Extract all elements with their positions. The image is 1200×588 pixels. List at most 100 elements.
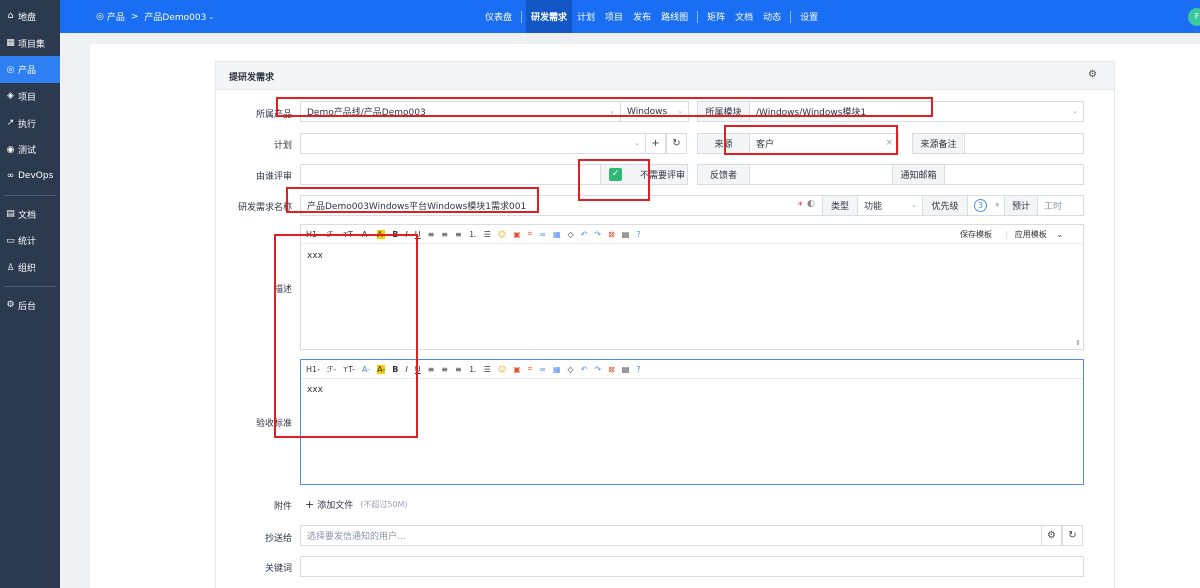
- ordered-list-icon[interactable]: ⒈: [469, 364, 477, 375]
- cc-refresh-button[interactable]: ↻: [1062, 525, 1083, 546]
- sidebar-item-admin[interactable]: ⚙ 后台: [0, 292, 60, 319]
- description-editor[interactable]: H1- ℱ- ᴛT- A- A- B I U ≡ ≡ ≡ ⒈ ☰ ☺ ▣ ⌗ ∞…: [300, 224, 1084, 350]
- redo-icon[interactable]: ↷: [594, 365, 601, 374]
- help-icon[interactable]: ?: [636, 230, 640, 239]
- fullscreen-icon[interactable]: ⊠: [608, 230, 615, 239]
- font-size-button[interactable]: ᴛT-: [343, 230, 355, 239]
- add-file-button[interactable]: + 添加文件 (不超过50M): [305, 498, 408, 511]
- image-icon[interactable]: ▣: [513, 230, 521, 239]
- sidebar-item-devops[interactable]: ∞ DevOps: [0, 163, 60, 190]
- source-icon[interactable]: ▤: [622, 230, 630, 239]
- link-icon[interactable]: ∞: [539, 365, 546, 374]
- align-left-icon[interactable]: ≡: [428, 230, 435, 239]
- apply-template-button[interactable]: 应用模板: [1015, 229, 1047, 240]
- bold-button[interactable]: B: [392, 230, 398, 239]
- palette-icon[interactable]: ◐: [807, 199, 815, 209]
- eraser-icon[interactable]: ◇: [568, 230, 574, 239]
- module-select[interactable]: /Windows/Windows模块1 ⌄: [749, 101, 1084, 122]
- help-icon[interactable]: ?: [636, 365, 640, 374]
- nav-plan[interactable]: 计划: [572, 0, 600, 33]
- save-template-button[interactable]: 保存模板: [960, 229, 992, 240]
- underline-button[interactable]: U: [415, 230, 421, 239]
- chevron-down-icon[interactable]: ⌄: [208, 13, 214, 21]
- priority-select[interactable]: 3 ▾: [967, 195, 1005, 216]
- sidebar-item-product[interactable]: ◎ 产品: [0, 56, 60, 84]
- nav-settings[interactable]: 设置: [795, 0, 823, 33]
- align-right-icon[interactable]: ≡: [455, 365, 462, 374]
- align-right-icon[interactable]: ≡: [455, 230, 462, 239]
- plan-select[interactable]: ⌄: [300, 133, 646, 154]
- font-family-button[interactable]: ℱ-: [327, 365, 336, 374]
- type-select[interactable]: 功能 ⌄: [857, 195, 923, 216]
- notify-email-input[interactable]: [944, 164, 1084, 185]
- sidebar-item-dashboard[interactable]: ⌂ 地盘: [0, 3, 60, 30]
- font-size-button[interactable]: ᴛT-: [343, 365, 355, 374]
- font-color-button[interactable]: A-: [362, 365, 370, 374]
- sidebar-item-execution[interactable]: ↗ 执行: [0, 110, 60, 137]
- redo-icon[interactable]: ↷: [594, 230, 601, 239]
- undo-icon[interactable]: ↶: [581, 365, 588, 374]
- avatar[interactable]: F: [1188, 8, 1200, 26]
- source-select[interactable]: 客户 ×: [749, 133, 899, 154]
- refresh-plan-button[interactable]: ↻: [666, 133, 687, 154]
- code-icon[interactable]: ⌗: [528, 364, 533, 374]
- product-select[interactable]: Demo产品线/产品Demo003 ⌄: [300, 101, 621, 122]
- link-icon[interactable]: ∞: [539, 230, 546, 239]
- no-review-toggle[interactable]: ✓ 不需要评审: [600, 164, 688, 185]
- underline-button[interactable]: U: [415, 365, 421, 374]
- ordered-list-icon[interactable]: ⒈: [469, 229, 477, 240]
- crumb-current[interactable]: 产品Demo003: [144, 10, 206, 23]
- italic-button[interactable]: I: [405, 230, 407, 239]
- story-name-input[interactable]: 产品Demo003Windows平台Windows模块1需求001: [300, 195, 823, 216]
- code-icon[interactable]: ⌗: [528, 229, 533, 239]
- image-icon[interactable]: ▣: [513, 365, 521, 374]
- fullscreen-icon[interactable]: ⊠: [608, 365, 615, 374]
- estimate-input[interactable]: 工时: [1037, 195, 1084, 216]
- sidebar-item-test[interactable]: ◉ 测试: [0, 136, 60, 163]
- branch-select[interactable]: Windows ⌄: [620, 101, 689, 122]
- close-icon[interactable]: ×: [885, 138, 893, 148]
- nav-roadmap[interactable]: 路线图: [656, 0, 693, 33]
- cc-settings-button[interactable]: ⚙: [1041, 525, 1062, 546]
- emoji-icon[interactable]: ☺: [498, 230, 506, 239]
- sidebar-item-stats[interactable]: ▭ 统计: [0, 228, 60, 255]
- gear-icon[interactable]: ⚙: [1088, 69, 1097, 80]
- highlight-button[interactable]: A-: [377, 364, 386, 374]
- nav-matrix[interactable]: 矩阵: [702, 0, 730, 33]
- checkbox-checked-icon[interactable]: ✓: [609, 168, 622, 181]
- eraser-icon[interactable]: ◇: [568, 365, 574, 374]
- italic-button[interactable]: I: [405, 365, 407, 374]
- sidebar-item-program[interactable]: ▦ 项目集: [0, 30, 60, 57]
- sidebar-item-org[interactable]: ♙ 组织: [0, 254, 60, 281]
- reviewer-select[interactable]: [300, 164, 601, 185]
- sidebar-item-doc[interactable]: ▤ 文档: [0, 201, 60, 228]
- sidebar-item-project[interactable]: ◈ 项目: [0, 83, 60, 110]
- crumb-root[interactable]: 产品: [107, 10, 125, 23]
- bullet-list-icon[interactable]: ☰: [484, 230, 491, 239]
- align-left-icon[interactable]: ≡: [428, 365, 435, 374]
- bold-button[interactable]: B: [392, 365, 398, 374]
- heading-button[interactable]: H1-: [306, 365, 320, 374]
- font-color-button[interactable]: A-: [362, 230, 370, 239]
- nav-project[interactable]: 项目: [600, 0, 628, 33]
- heading-button[interactable]: H1-: [306, 230, 320, 239]
- highlight-button[interactable]: A-: [377, 229, 386, 239]
- nav-doc[interactable]: 文档: [730, 0, 758, 33]
- emoji-icon[interactable]: ☺: [498, 365, 506, 374]
- nav-dashboard[interactable]: 仪表盘: [480, 0, 517, 33]
- nav-release[interactable]: 发布: [628, 0, 656, 33]
- keywords-input[interactable]: [300, 556, 1084, 577]
- bullet-list-icon[interactable]: ☰: [484, 365, 491, 374]
- table-icon[interactable]: ▦: [553, 365, 561, 374]
- align-center-icon[interactable]: ≡: [441, 365, 448, 374]
- source-icon[interactable]: ▤: [622, 365, 630, 374]
- cc-select[interactable]: 选择要发信通知的用户...: [300, 525, 1042, 546]
- acceptance-editor[interactable]: H1- ℱ- ᴛT- A- A- B I U ≡ ≡ ≡ ⒈ ☰ ☺ ▣ ⌗ ∞…: [300, 359, 1084, 485]
- nav-story[interactable]: 研发需求: [526, 0, 573, 33]
- add-plan-button[interactable]: +: [645, 133, 666, 154]
- undo-icon[interactable]: ↶: [581, 230, 588, 239]
- font-family-button[interactable]: ℱ-: [327, 230, 336, 239]
- feedback-input[interactable]: [749, 164, 893, 185]
- table-icon[interactable]: ▦: [553, 230, 561, 239]
- nav-dynamic[interactable]: 动态: [758, 0, 786, 33]
